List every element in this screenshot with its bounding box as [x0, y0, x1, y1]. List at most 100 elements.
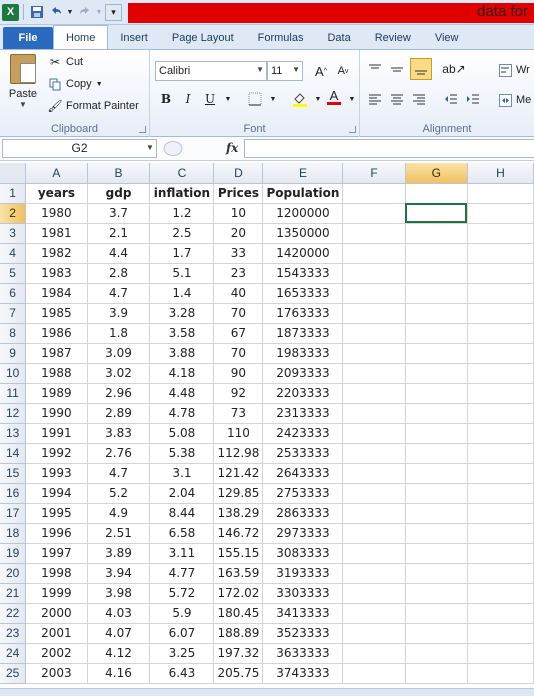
copy-button[interactable]: Copy ▼: [48, 74, 103, 94]
row-header[interactable]: 14: [0, 443, 27, 464]
cell-h15[interactable]: [467, 463, 534, 484]
cell-c6[interactable]: 1.4: [149, 283, 215, 304]
cell-c20[interactable]: 4.77: [149, 563, 215, 584]
cell-c21[interactable]: 5.72: [149, 583, 215, 604]
cell-b8[interactable]: 1.8: [87, 323, 151, 344]
row-header[interactable]: 3: [0, 223, 27, 244]
align-right-button[interactable]: [410, 90, 428, 108]
cell-g10[interactable]: [405, 363, 468, 384]
cell-g13[interactable]: [405, 423, 468, 444]
cell-b4[interactable]: 4.4: [87, 243, 151, 264]
cell-h3[interactable]: [467, 223, 534, 244]
cell-c19[interactable]: 3.11: [149, 543, 215, 564]
cell-f10[interactable]: [342, 363, 406, 384]
cell-d23[interactable]: 188.89: [213, 623, 264, 644]
cell-d15[interactable]: 121.42: [213, 463, 264, 484]
cell-e9[interactable]: 1983333: [262, 343, 344, 364]
name-box-dropdown-icon[interactable]: ▼: [146, 143, 154, 152]
underline-dropdown-icon[interactable]: ▼: [219, 90, 237, 108]
column-header-a[interactable]: A: [25, 163, 88, 184]
cell-g15[interactable]: [405, 463, 468, 484]
cell-g17[interactable]: [405, 503, 468, 524]
cell-c8[interactable]: 3.58: [149, 323, 215, 344]
column-header-b[interactable]: B: [87, 163, 151, 184]
cell-h5[interactable]: [467, 263, 534, 284]
row-header[interactable]: 8: [0, 323, 27, 344]
cell-g21[interactable]: [405, 583, 468, 604]
font-name-select[interactable]: Calibri ▼: [155, 61, 267, 81]
tab-data[interactable]: Data: [315, 27, 362, 49]
cell-c18[interactable]: 6.58: [149, 523, 215, 544]
borders-button[interactable]: [246, 90, 264, 108]
column-header-h[interactable]: H: [467, 163, 534, 184]
cell-c16[interactable]: 2.04: [149, 483, 215, 504]
cell-c10[interactable]: 4.18: [149, 363, 215, 384]
row-header[interactable]: 25: [0, 663, 27, 684]
cell-h23[interactable]: [467, 623, 534, 644]
cell-f4[interactable]: [342, 243, 406, 264]
cell-b17[interactable]: 4.9: [87, 503, 151, 524]
cell-c1[interactable]: inflation: [149, 183, 215, 204]
cell-a4[interactable]: 1982: [25, 243, 88, 264]
cell-e6[interactable]: 1653333: [262, 283, 344, 304]
cell-h16[interactable]: [467, 483, 534, 504]
font-color-dropdown-icon[interactable]: ▼: [343, 90, 361, 108]
cell-b11[interactable]: 2.96: [87, 383, 151, 404]
cell-e21[interactable]: 3303333: [262, 583, 344, 604]
row-header[interactable]: 23: [0, 623, 27, 644]
cell-b22[interactable]: 4.03: [87, 603, 151, 624]
cell-e17[interactable]: 2863333: [262, 503, 344, 524]
row-header[interactable]: 24: [0, 643, 27, 664]
column-header-f[interactable]: F: [342, 163, 406, 184]
cell-e25[interactable]: 3743333: [262, 663, 344, 684]
cell-e13[interactable]: 2423333: [262, 423, 344, 444]
cell-d1[interactable]: Prices: [213, 183, 264, 204]
cell-e4[interactable]: 1420000: [262, 243, 344, 264]
cell-d19[interactable]: 155.15: [213, 543, 264, 564]
cell-g8[interactable]: [405, 323, 468, 344]
cell-f20[interactable]: [342, 563, 406, 584]
cell-g2[interactable]: [405, 203, 468, 224]
cell-h7[interactable]: [467, 303, 534, 324]
cell-h21[interactable]: [467, 583, 534, 604]
cell-d12[interactable]: 73: [213, 403, 264, 424]
cell-b14[interactable]: 2.76: [87, 443, 151, 464]
cell-b15[interactable]: 4.7: [87, 463, 151, 484]
cell-d2[interactable]: 10: [213, 203, 264, 224]
cell-d13[interactable]: 110: [213, 423, 264, 444]
font-size-select[interactable]: 11 ▼: [267, 61, 303, 81]
cell-a11[interactable]: 1989: [25, 383, 88, 404]
align-bottom-button[interactable]: [410, 58, 432, 80]
cell-e7[interactable]: 1763333: [262, 303, 344, 324]
cell-g18[interactable]: [405, 523, 468, 544]
cell-e20[interactable]: 3193333: [262, 563, 344, 584]
cell-d24[interactable]: 197.32: [213, 643, 264, 664]
insert-function-button[interactable]: fx: [226, 141, 238, 155]
cell-h6[interactable]: [467, 283, 534, 304]
font-color-button[interactable]: A: [325, 88, 343, 106]
cell-g3[interactable]: [405, 223, 468, 244]
cell-a24[interactable]: 2002: [25, 643, 88, 664]
cell-e12[interactable]: 2313333: [262, 403, 344, 424]
row-header[interactable]: 13: [0, 423, 27, 444]
undo-dropdown-icon[interactable]: ▼: [66, 4, 74, 21]
cell-g6[interactable]: [405, 283, 468, 304]
align-top-button[interactable]: [366, 60, 384, 78]
cell-d22[interactable]: 180.45: [213, 603, 264, 624]
undo-icon[interactable]: [47, 4, 64, 21]
cell-f3[interactable]: [342, 223, 406, 244]
cell-b2[interactable]: 3.7: [87, 203, 151, 224]
row-header[interactable]: 5: [0, 263, 27, 284]
cell-c7[interactable]: 3.28: [149, 303, 215, 324]
column-header-c[interactable]: C: [149, 163, 215, 184]
bold-button[interactable]: B: [157, 90, 175, 108]
cell-c9[interactable]: 3.88: [149, 343, 215, 364]
cell-b6[interactable]: 4.7: [87, 283, 151, 304]
cell-f21[interactable]: [342, 583, 406, 604]
cell-f24[interactable]: [342, 643, 406, 664]
cell-a9[interactable]: 1987: [25, 343, 88, 364]
cell-h20[interactable]: [467, 563, 534, 584]
cell-b13[interactable]: 3.83: [87, 423, 151, 444]
align-left-button[interactable]: [366, 90, 384, 108]
cell-h13[interactable]: [467, 423, 534, 444]
